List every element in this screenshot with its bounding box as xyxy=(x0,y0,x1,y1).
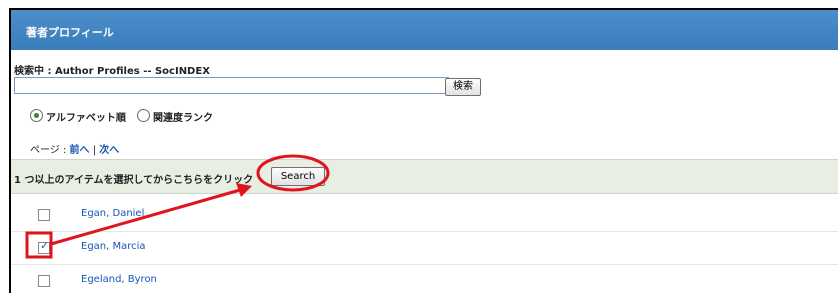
author-link[interactable]: Egan, Marcia xyxy=(81,241,146,252)
author-profiles-panel: 著者プロフィール 検索中 : Author Profiles -- SocIND… xyxy=(9,8,838,293)
list-item: Egan, Daniel xyxy=(11,199,838,232)
sort-relevance-radio[interactable] xyxy=(137,109,150,122)
panel-header: 著者プロフィール xyxy=(11,10,838,50)
item-checkbox[interactable] xyxy=(38,209,50,221)
results-action-bar: 1 つ以上のアイテムを選択してからこちらをクリック Search xyxy=(11,159,838,194)
next-page-link[interactable]: 次へ xyxy=(99,145,119,156)
item-checkbox[interactable] xyxy=(38,275,50,287)
sort-alphabetical-radio[interactable] xyxy=(30,109,43,122)
item-checkbox[interactable] xyxy=(38,239,50,254)
list-item: Egan, Marcia xyxy=(11,232,838,265)
author-link[interactable]: Egan, Daniel xyxy=(81,208,144,219)
results-instruction: 1 つ以上のアイテムを選択してからこちらをクリック xyxy=(14,175,254,186)
panel-title: 著者プロフィール xyxy=(26,26,114,39)
pagination-separator: | xyxy=(89,145,100,156)
author-link[interactable]: Egeland, Byron xyxy=(81,274,157,285)
sort-relevance-label[interactable]: 関連度ランク xyxy=(153,109,213,124)
pagination-prefix: ページ : xyxy=(30,145,70,156)
search-context-label: 検索中 : Author Profiles -- SocINDEX xyxy=(14,66,210,77)
prev-page-link[interactable]: 前へ xyxy=(70,145,90,156)
search-input[interactable] xyxy=(14,77,449,94)
list-item: Egeland, Byron xyxy=(11,265,838,293)
results-search-button[interactable]: Search xyxy=(271,167,325,186)
sort-alphabetical-label[interactable]: アルファベット順 xyxy=(46,109,126,124)
pagination: ページ : 前へ | 次へ xyxy=(30,141,119,156)
search-button[interactable]: 検索 xyxy=(445,78,481,96)
